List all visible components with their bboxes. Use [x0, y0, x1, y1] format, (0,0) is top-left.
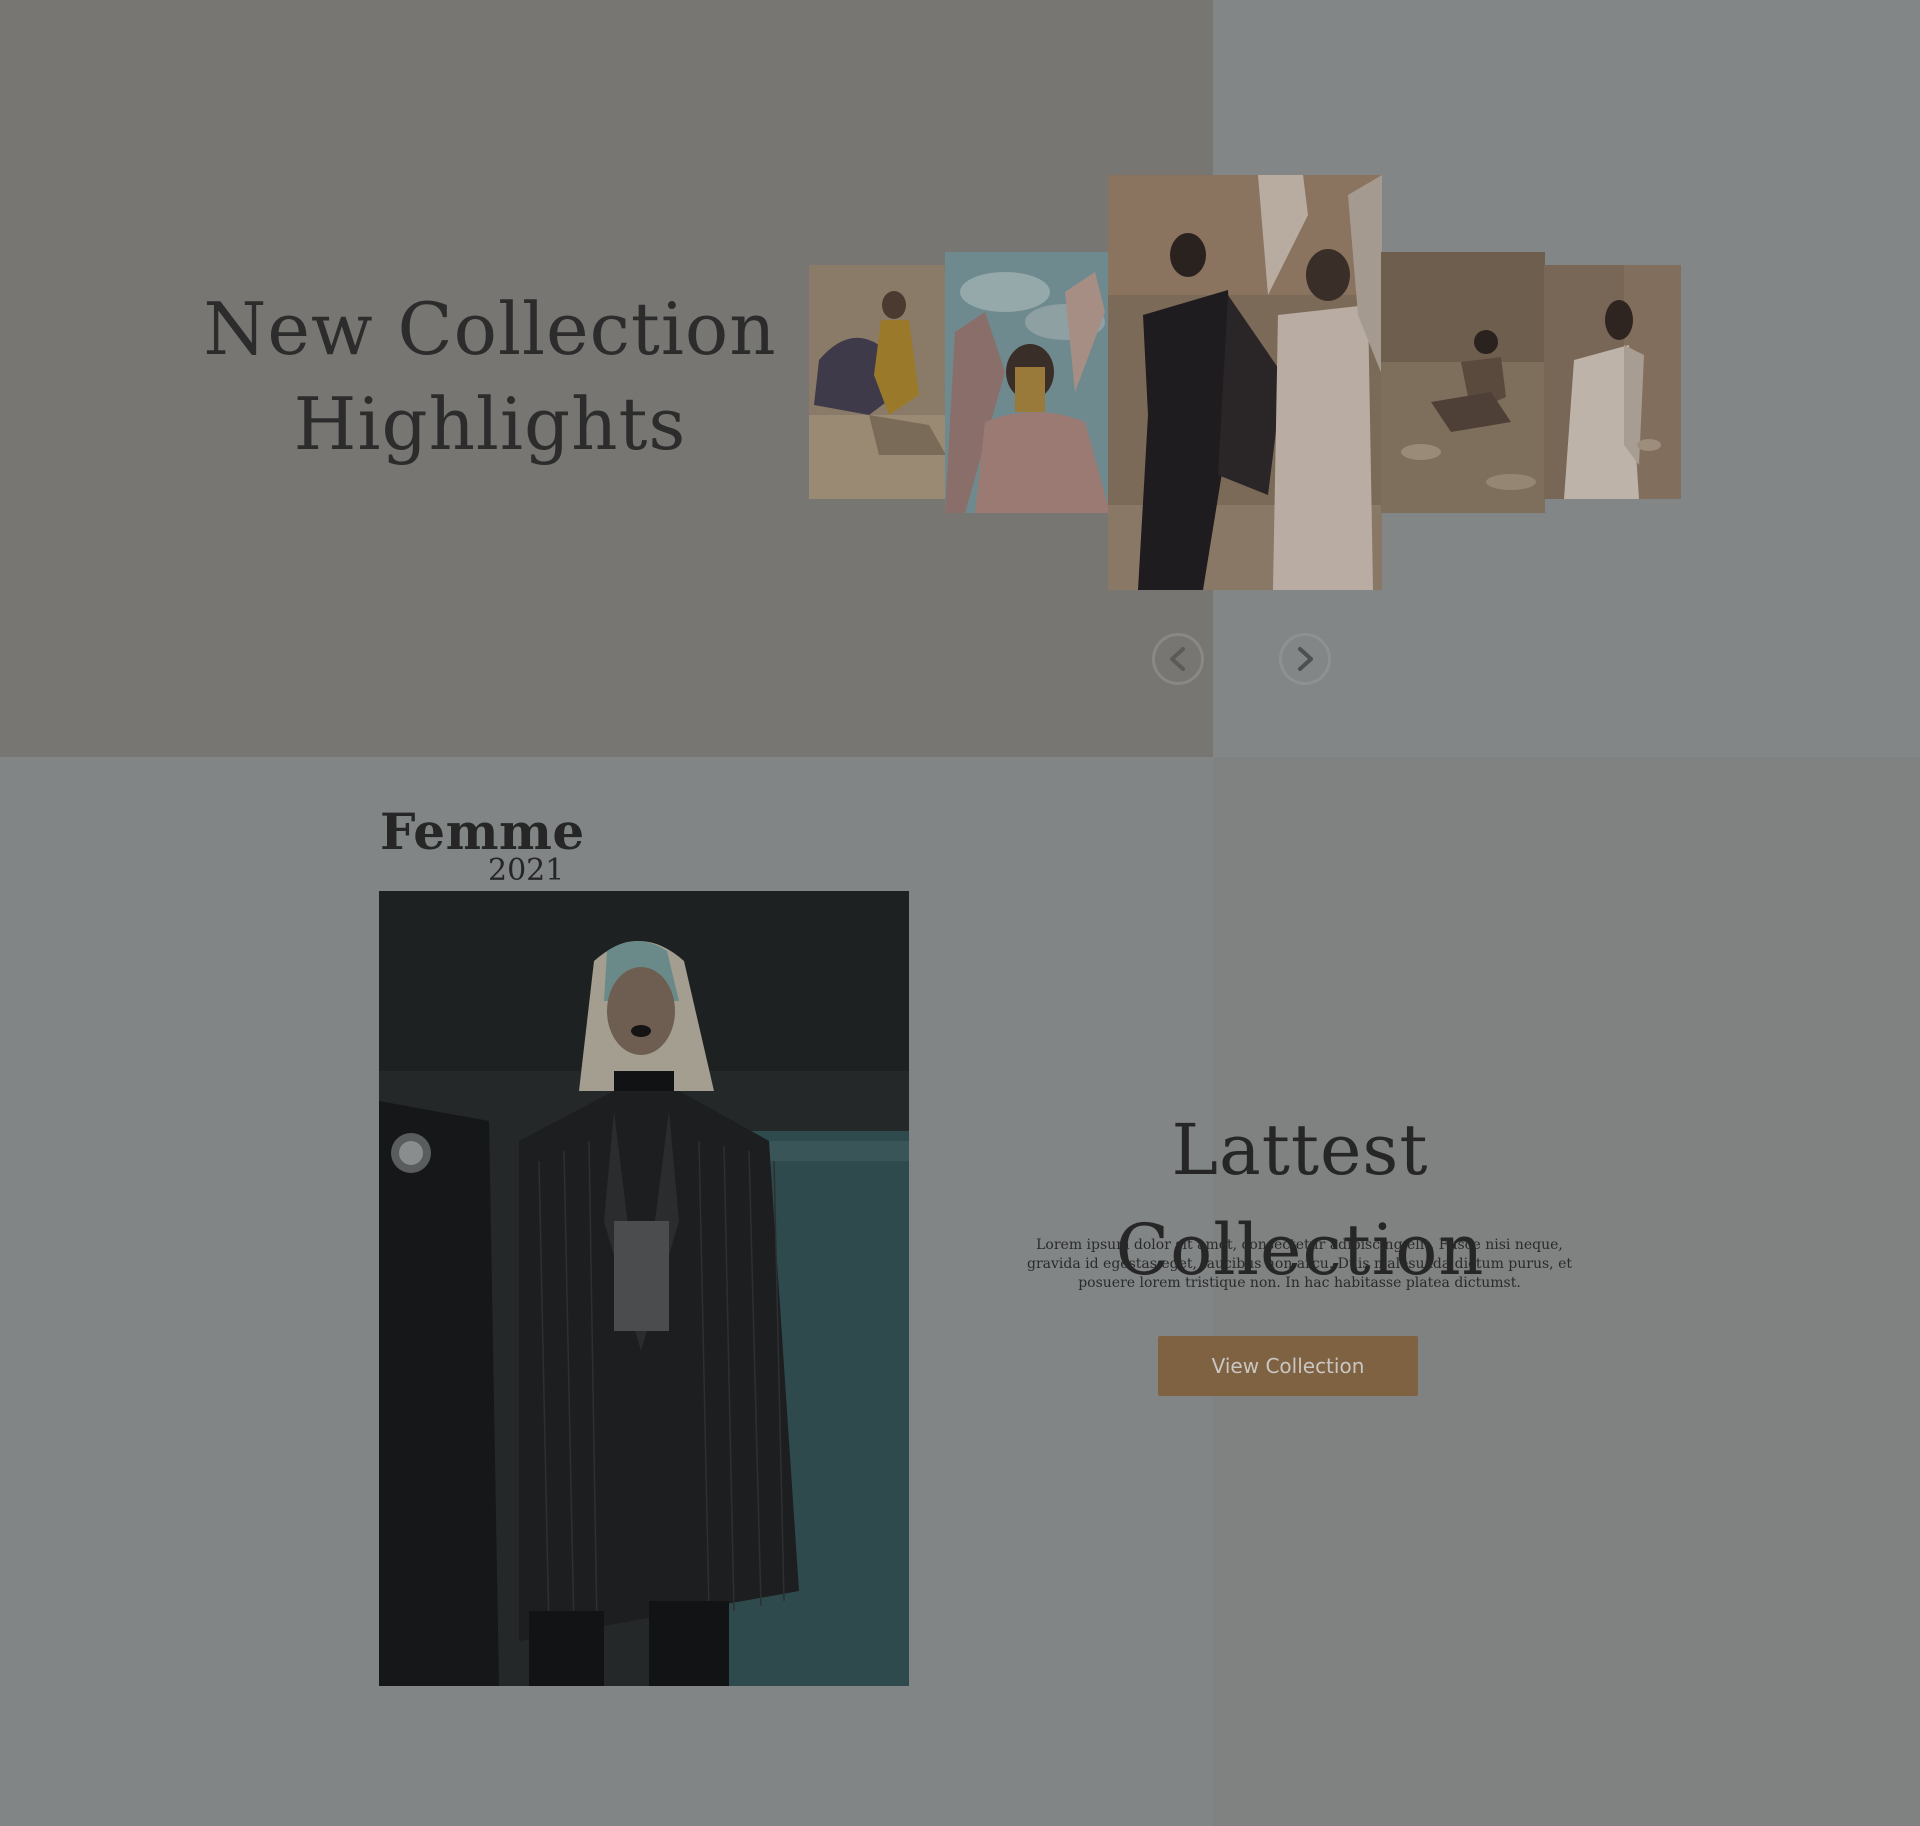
view-collection-button[interactable]: View Collection	[1158, 1336, 1418, 1396]
highlights-title-line2: Highlights	[293, 382, 687, 466]
latest-collection-description: Lorem ipsum dolor sit amet, consectetur …	[1027, 1237, 1572, 1291]
carousel-slide[interactable]	[809, 265, 946, 499]
carousel-slide[interactable]	[1544, 265, 1681, 499]
highlights-section: New Collection Highlights	[0, 0, 1920, 757]
carousel-slide[interactable]	[1381, 252, 1545, 513]
brand-year: 2021	[488, 853, 565, 888]
slide-photo	[945, 252, 1110, 513]
slide-photo	[1381, 252, 1545, 513]
carousel-prev-button[interactable]	[1152, 633, 1204, 685]
slide-photo	[1544, 265, 1681, 499]
carousel-slide[interactable]	[945, 252, 1110, 513]
slide-photo	[809, 265, 946, 499]
chevron-left-icon	[1170, 647, 1185, 671]
slide-photo	[1108, 175, 1382, 590]
highlights-title: New Collection Highlights	[170, 282, 810, 472]
highlights-title-line1: New Collection	[203, 287, 777, 371]
feature-photo	[379, 891, 909, 1686]
carousel-next-button[interactable]	[1279, 633, 1331, 685]
chevron-right-icon	[1298, 647, 1313, 671]
carousel-slide[interactable]	[1108, 175, 1382, 590]
model-photo	[379, 891, 909, 1686]
